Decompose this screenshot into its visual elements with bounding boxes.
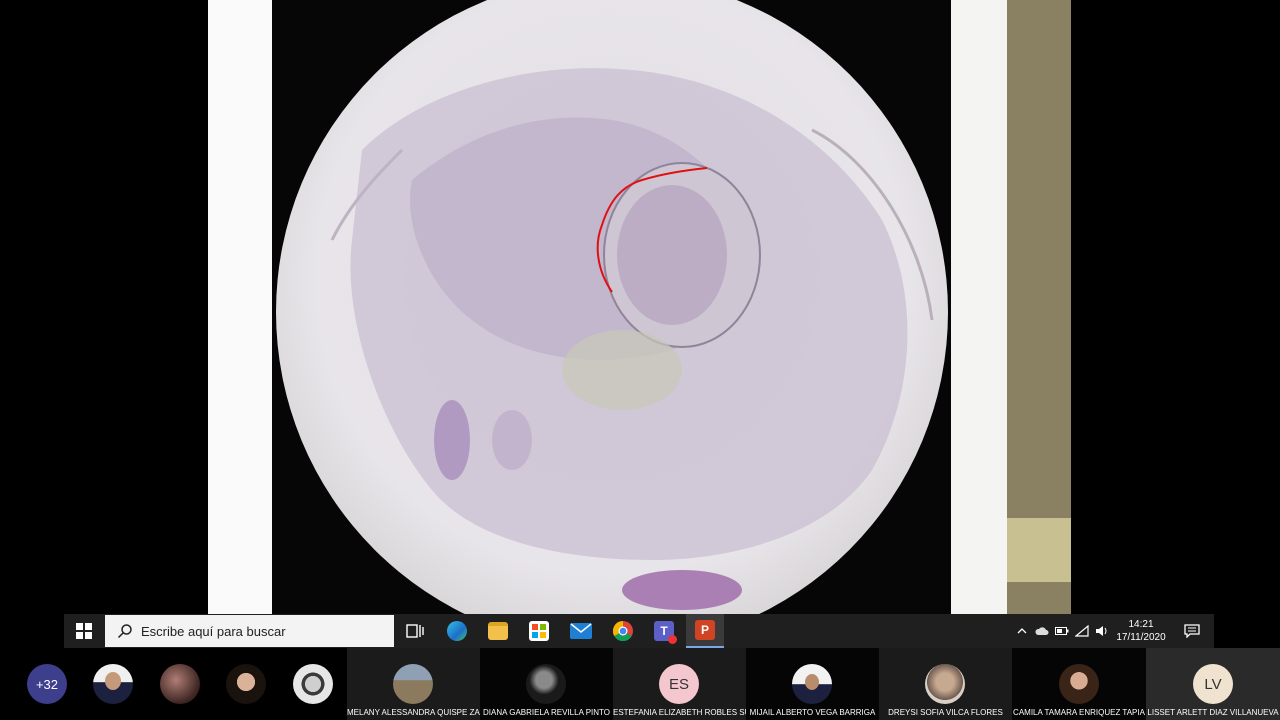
participant-tile[interactable] [153,648,207,720]
avatar [293,664,333,704]
edge-button[interactable] [438,614,476,648]
system-tray: 14:21 17/11/2020 [1012,614,1214,648]
participant-tile[interactable]: MELANY ALESSANDRA QUISPE ZA... [347,648,480,720]
battery-icon[interactable] [1052,614,1072,648]
shared-window-highlight [1007,518,1071,582]
avatar [792,664,832,704]
participant-tile[interactable] [219,648,273,720]
avatar: ES [659,664,699,704]
avatar [226,664,266,704]
participant-tile[interactable]: DREYSI SOFIA VILCA FLORES [879,648,1012,720]
participant-tile[interactable]: MIJAIL ALBERTO VEGA BARRIGA [746,648,879,720]
participant-name: LISSET ARLETT DIAZ VILLANUEVA [1147,708,1279,717]
file-explorer-button[interactable] [479,614,517,648]
avatar [160,664,200,704]
participant-name: CAMILA TAMARA ENRIQUEZ TAPIA [1013,708,1145,717]
participant-name: MIJAIL ALBERTO VEGA BARRIGA [749,708,876,717]
avatar [393,664,433,704]
windows-logo-icon [76,623,92,639]
participant-tile[interactable]: ES ESTEFANIA ELIZABETH ROBLES SUNI [613,648,746,720]
participant-initials: ES [668,675,689,693]
participant-tile[interactable]: DIANA GABRIELA REVILLA PINTO [480,648,613,720]
avatar [925,664,965,704]
participant-initials: LV [1204,675,1222,693]
avatar: LV [1193,664,1233,704]
participant-tile[interactable]: LV LISSET ARLETT DIAZ VILLANUEVA [1146,648,1280,720]
taskbar-clock[interactable]: 14:21 17/11/2020 [1112,618,1170,644]
teams-icon: T [654,621,677,644]
mail-icon [570,623,592,639]
task-view-icon [406,624,424,638]
powerpoint-icon: P [695,620,715,640]
edge-icon [447,621,467,641]
clock-date: 17/11/2020 [1116,632,1166,643]
avatar [93,664,133,704]
tissue-fragment [622,570,742,610]
teams-button[interactable]: T [645,614,683,648]
avatar [1059,664,1099,704]
mail-button[interactable] [562,614,600,648]
powerpoint-button[interactable]: P [686,614,724,648]
participants-strip: +32 MELANY ALESSANDRA QUISPE ZA... DIANA… [0,648,1280,720]
slide-margin-left [208,0,272,614]
start-button[interactable] [64,614,104,648]
participant-name: DREYSI SOFIA VILCA FLORES [888,708,1003,717]
chevron-up-icon[interactable] [1012,614,1032,648]
participant-tile[interactable] [286,648,340,720]
search-placeholder: Escribe aquí para buscar [141,623,286,639]
more-participants-badge: +32 [27,664,67,704]
participant-tile[interactable] [86,648,140,720]
participant-name: ESTEFANIA ELIZABETH ROBLES SUNI [613,708,746,717]
chrome-icon [613,621,633,641]
notification-icon [1184,624,1200,638]
more-participants-button[interactable]: +32 [20,648,74,720]
volume-icon[interactable] [1092,614,1112,648]
windows-taskbar: Escribe aquí para buscar T P 14:21 17/11… [64,614,1214,648]
micrograph-image [276,0,948,614]
participant-name: DIANA GABRIELA REVILLA PINTO [482,708,610,717]
store-button[interactable] [520,614,558,648]
task-view-button[interactable] [396,614,434,648]
folder-icon [488,622,508,640]
cloud-icon[interactable] [1032,614,1052,648]
notifications-button[interactable] [1170,614,1214,648]
chrome-button[interactable] [604,614,642,648]
taskbar-search-box[interactable]: Escribe aquí para buscar [105,615,394,647]
participant-name: MELANY ALESSANDRA QUISPE ZA... [347,708,480,717]
avatar [526,664,566,704]
search-icon [117,624,132,639]
clock-time: 14:21 [1128,619,1154,630]
participant-tile[interactable]: CAMILA TAMARA ENRIQUEZ TAPIA [1012,648,1146,720]
store-icon [529,621,549,641]
more-participants-count: +32 [35,676,59,692]
slide-margin-right [951,0,1007,614]
wifi-icon[interactable] [1072,614,1092,648]
